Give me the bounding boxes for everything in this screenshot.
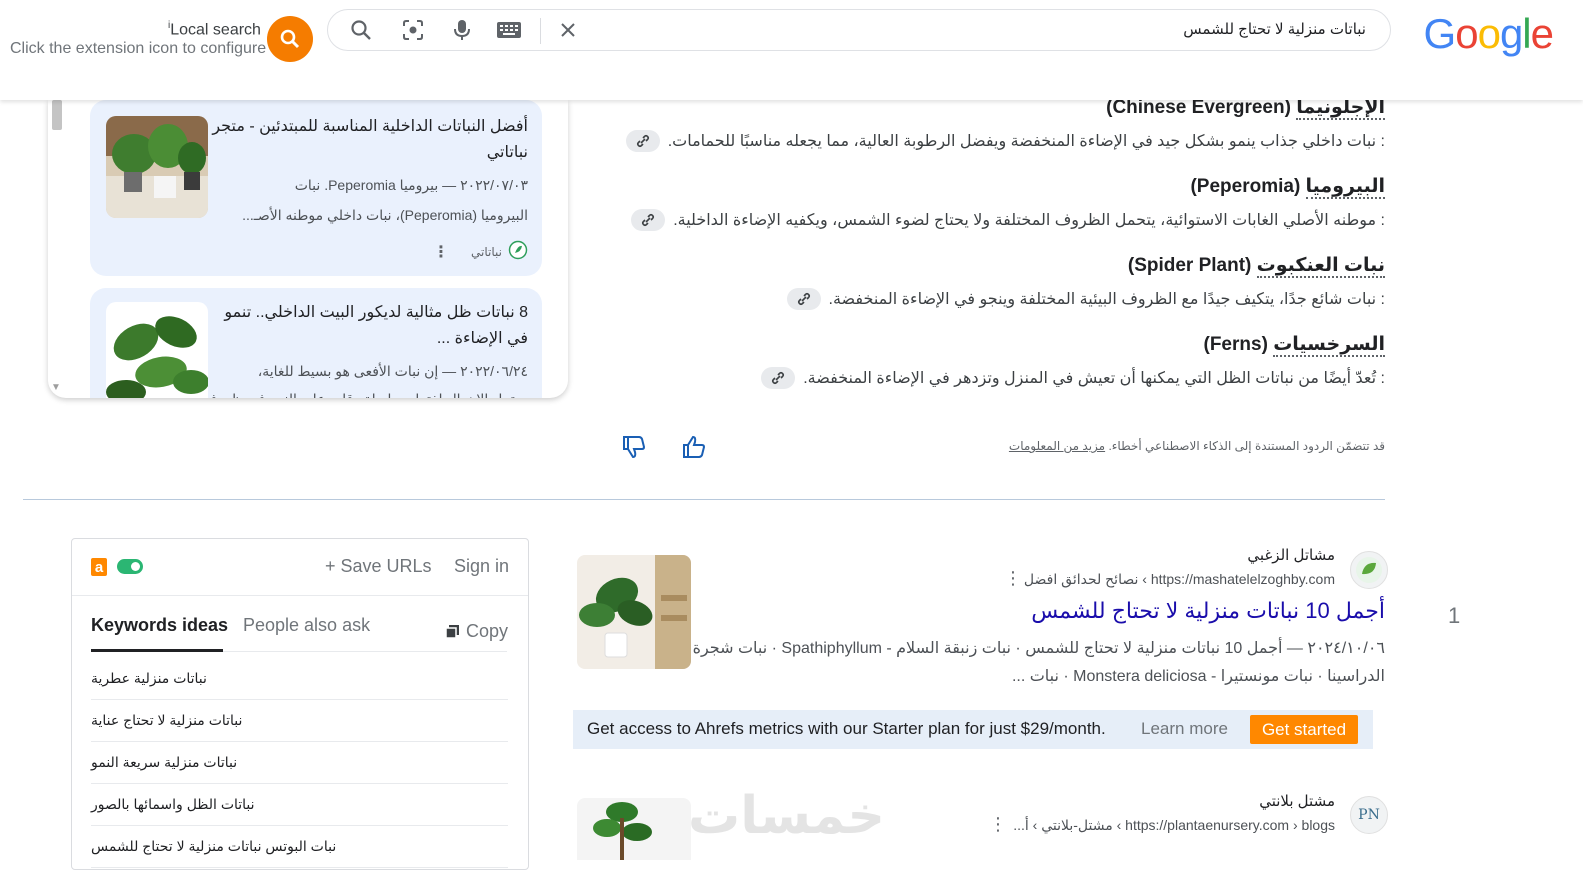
learn-more-link[interactable]: مزيد من المعلومات bbox=[1009, 439, 1105, 453]
source-image bbox=[106, 302, 208, 398]
ahrefs-keywords-panel: a + Save URLs Sign in Keywords ideas Peo… bbox=[71, 538, 529, 870]
source-name: نباتاتي bbox=[471, 244, 502, 259]
search-query[interactable]: نباتات منزلية لا تحتاج للشمس bbox=[1183, 20, 1366, 38]
section-divider bbox=[23, 499, 1385, 500]
scroll-down-icon[interactable]: ▼ bbox=[51, 382, 61, 393]
result-thumbnail[interactable] bbox=[577, 555, 691, 669]
site-url[interactable]: https://mashatelelzoghby.com › نصائح لحد… bbox=[1024, 571, 1335, 588]
ai-item-text: : نبات داخلي جذاب ينمو بشكل جيد في الإضا… bbox=[625, 130, 1385, 152]
site-name[interactable]: مشاتل الزغبي bbox=[1247, 546, 1335, 564]
keyword-text: نباتات منزلية لا تحتاج عناية bbox=[91, 712, 243, 728]
learn-more-button[interactable]: Learn more bbox=[1141, 719, 1228, 739]
lens-icon[interactable] bbox=[399, 16, 427, 44]
ai-sources-panel: أفضل النباتات الداخلية المناسبة للمبتدئي… bbox=[48, 100, 568, 398]
site-favicon[interactable] bbox=[1350, 551, 1388, 589]
mic-icon[interactable] bbox=[448, 16, 476, 44]
source-image bbox=[106, 116, 208, 218]
search-icon[interactable] bbox=[347, 16, 375, 44]
more-options-icon[interactable]: ⋮ bbox=[989, 815, 1007, 833]
site-url[interactable]: https://plantaenursery.com › blogs › مشت… bbox=[1013, 817, 1335, 834]
watermark: خمسات bbox=[688, 787, 886, 845]
tab-people-also-ask[interactable]: People also ask bbox=[243, 615, 370, 636]
search-box[interactable]: نباتات منزلية لا تحتاج للشمس bbox=[327, 9, 1391, 51]
leaf-icon bbox=[1356, 557, 1382, 583]
scrollbar[interactable] bbox=[52, 100, 62, 130]
save-urls-button[interactable]: + Save URLs bbox=[325, 556, 432, 577]
keyword-text: نباتات منزلية سريعة النمو bbox=[91, 754, 238, 770]
thumbs-down-icon[interactable] bbox=[621, 434, 647, 460]
result-number: 1 bbox=[1448, 603, 1461, 628]
more-options-icon[interactable]: ⋮ bbox=[1004, 569, 1022, 587]
link-icon[interactable] bbox=[786, 288, 821, 310]
site-name[interactable]: مشتل بلانتي bbox=[1259, 792, 1335, 810]
ai-item-text: : نبات شائع جدًا، يتكيف جيدًا مع الظروف … bbox=[786, 288, 1385, 310]
google-logo[interactable]: Google bbox=[1424, 10, 1554, 58]
panel-topbar: a + Save URLs Sign in bbox=[72, 539, 528, 596]
pn-logo-icon: PN bbox=[1358, 807, 1380, 823]
active-tab-indicator bbox=[91, 649, 223, 652]
ai-item-text: : موطنه الأصلي الغابات الاستوائية، يتحمل… bbox=[631, 209, 1385, 231]
ahrefs-promo-bar: Get access to Ahrefs metrics with our St… bbox=[573, 710, 1373, 749]
ai-item-heading: البيروميا (Peperomia) bbox=[1190, 176, 1385, 199]
promo-text: Get access to Ahrefs metrics with our St… bbox=[587, 719, 1106, 738]
ai-item-text: : تُعدّ أيضًا من نباتات الظل التي يمكنها… bbox=[761, 367, 1385, 389]
search-icon bbox=[280, 29, 300, 49]
more-options-icon[interactable]: ⋮ bbox=[433, 242, 449, 262]
ahrefs-logo-icon[interactable]: a bbox=[91, 558, 107, 576]
link-icon[interactable] bbox=[625, 130, 660, 152]
local-search-title: iLocal search bbox=[168, 20, 261, 39]
local-search-button[interactable] bbox=[267, 16, 313, 62]
result-thumbnail[interactable] bbox=[577, 798, 691, 860]
source-card[interactable]: 8 نباتات ظل مثالية لديكور البيت الداخلي.… bbox=[90, 288, 542, 398]
keyword-item[interactable]: نباتات منزلية سريعة النمو bbox=[91, 741, 508, 784]
source-title[interactable]: أفضل النباتات الداخلية المناسبة للمبتدئي… bbox=[208, 114, 528, 166]
keyword-text: نبات البوتس نباتات منزلية لا تحتاج للشمس bbox=[91, 838, 337, 854]
copy-icon bbox=[445, 625, 459, 639]
copy-button[interactable]: Copy bbox=[445, 621, 508, 642]
close-icon[interactable] bbox=[554, 16, 582, 44]
source-snippet: يحتمل الإهمال لفترات طويلة وقادر على الن… bbox=[208, 384, 528, 398]
divider bbox=[540, 18, 541, 44]
header: Google نباتات منزلية لا تحتاج للشمس iLoc… bbox=[0, 0, 1583, 100]
keyboard-icon[interactable] bbox=[495, 16, 523, 44]
ai-item-heading: نبات العنكبوت (Spider Plant) bbox=[1127, 255, 1385, 278]
keyword-item[interactable]: نبات البوتس نباتات منزلية لا تحتاج للشمس bbox=[91, 825, 508, 868]
source-title[interactable]: 8 نباتات ظل مثالية لديكور البيت الداخلي.… bbox=[208, 300, 528, 352]
result-snippet: الدراسينا · نبات مونستيرا - Monstera del… bbox=[1011, 668, 1385, 685]
ai-item-heading: السرخسيات (Ferns) bbox=[1203, 334, 1385, 357]
get-started-button[interactable]: Get started bbox=[1250, 715, 1358, 744]
extension-toggle[interactable] bbox=[117, 559, 143, 574]
leaf-icon bbox=[508, 240, 528, 263]
keyword-item[interactable]: نباتات منزلية لا تحتاج عناية bbox=[91, 699, 508, 742]
site-favicon[interactable]: PN bbox=[1350, 796, 1388, 834]
result-snippet: ٢٠٢٤/١٠/٠٦ — أجمل 10 نباتات منزلية لا تح… bbox=[692, 640, 1385, 657]
keyword-text: نباتات الظل واسمائها بالصور bbox=[91, 796, 255, 812]
source-snippet: ٢٠٢٢/٠٦/٢٤ — إن نبات الأفعى هو بسيط للغا… bbox=[257, 363, 528, 379]
source-footer: نباتاتي ⋮ bbox=[433, 240, 528, 263]
thumbs-up-icon[interactable] bbox=[681, 434, 707, 460]
keyword-item[interactable]: نباتات الظل واسمائها بالصور bbox=[91, 783, 508, 826]
keyword-item[interactable]: نباتات منزلية عطرية bbox=[91, 657, 508, 700]
link-icon[interactable] bbox=[631, 209, 666, 231]
sign-in-link[interactable]: Sign in bbox=[454, 556, 509, 577]
link-icon[interactable] bbox=[761, 367, 796, 389]
source-snippet: ٢٠٢٢/٠٧/٠٣ — بيروميا Peperomia. نبات bbox=[294, 177, 528, 193]
source-card[interactable]: أفضل النباتات الداخلية المناسبة للمبتدئي… bbox=[90, 100, 542, 276]
keyword-text: نباتات منزلية عطرية bbox=[91, 670, 207, 686]
ai-disclaimer: قد تتضمّن الردود المستندة إلى الذكاء الا… bbox=[1008, 439, 1385, 453]
result-title[interactable]: أجمل 10 نباتات منزلية لا تحتاج للشمس bbox=[1031, 598, 1385, 624]
tab-keywords-ideas[interactable]: Keywords ideas bbox=[91, 615, 228, 636]
local-search-subtitle: Click the extension icon to configure bbox=[10, 40, 267, 57]
source-snippet: البيروميا (Peperomia)، نبات داخلي موطنه … bbox=[242, 207, 528, 223]
